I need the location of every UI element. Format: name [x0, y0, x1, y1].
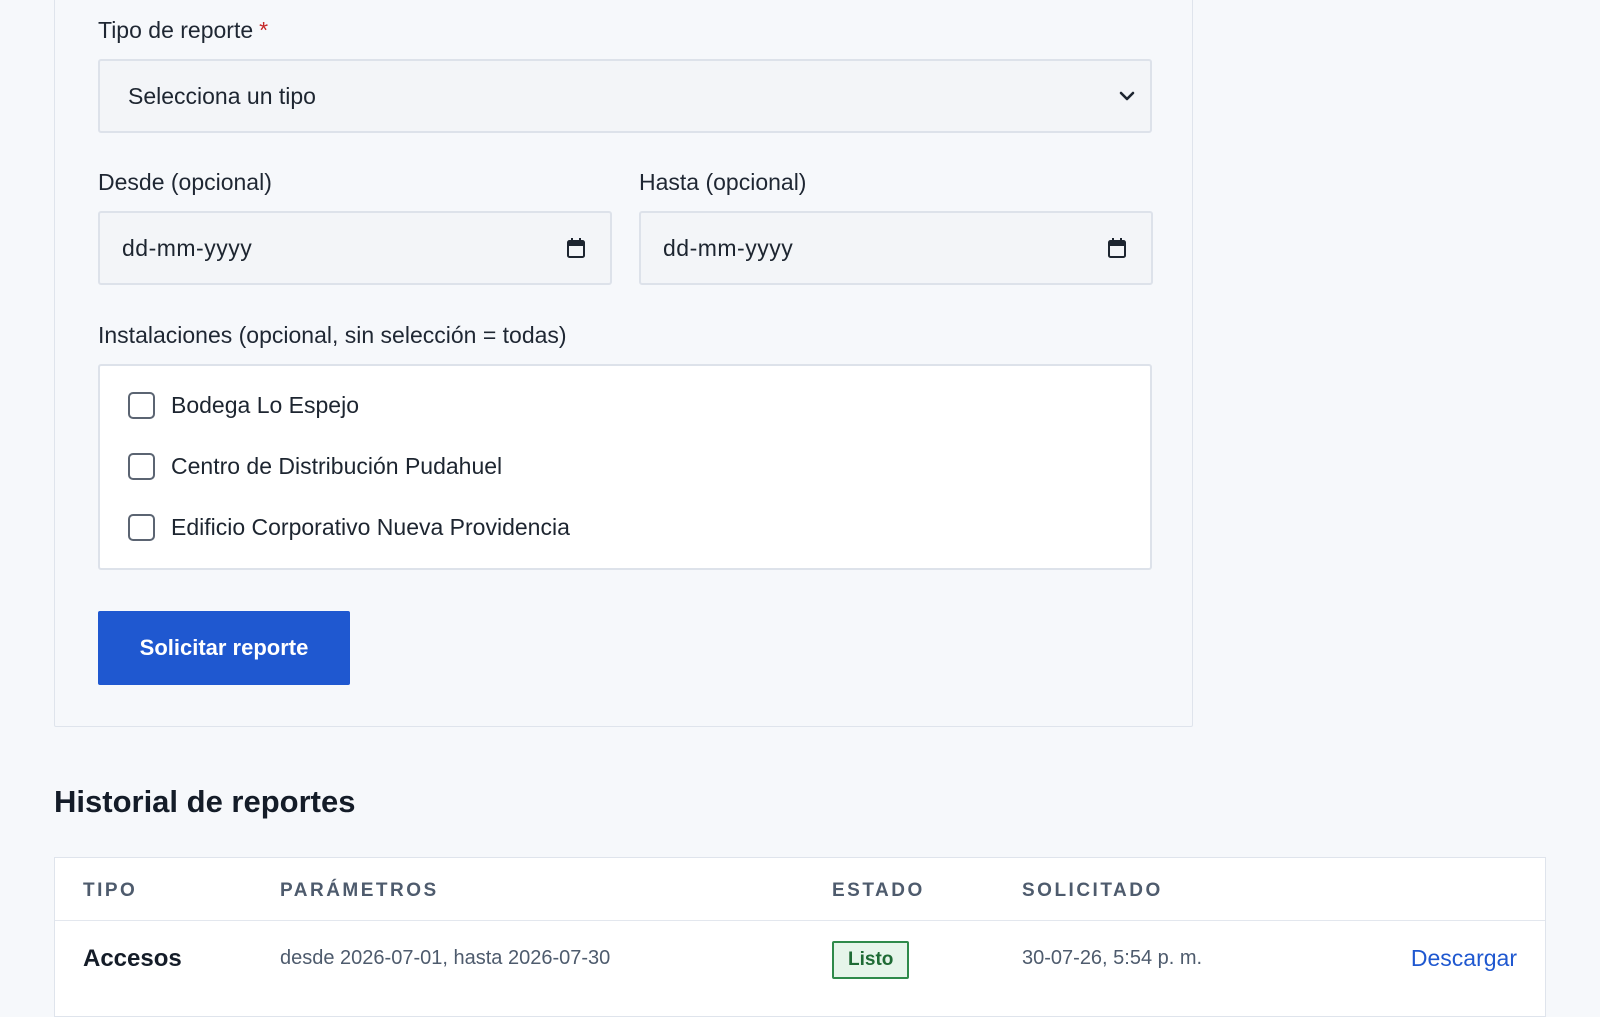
report-type-label: Tipo de reporte *	[98, 17, 268, 44]
table-header: TIPO PARÁMETROS ESTADO SOLICITADO	[55, 858, 1545, 921]
request-report-button[interactable]: Solicitar reporte	[98, 611, 350, 685]
history-title: Historial de reportes	[54, 784, 356, 819]
facility-checkbox[interactable]	[128, 392, 155, 419]
facilities-label: Instalaciones (opcional, sin selección =…	[98, 322, 567, 348]
chevron-down-icon	[1118, 87, 1136, 105]
required-asterisk: *	[259, 17, 269, 43]
facility-option-centro-pudahuel[interactable]: Centro de Distribución Pudahuel	[128, 453, 502, 480]
from-date-placeholder: dd-mm-yyyy	[122, 234, 253, 261]
calendar-icon[interactable]	[1107, 237, 1127, 259]
report-type-selected-value: Selecciona un tipo	[128, 82, 316, 109]
report-type-label-text: Tipo de reporte	[98, 17, 254, 43]
facility-option-label: Bodega Lo Espejo	[171, 392, 359, 418]
report-request-form: Tipo de reporte * Selecciona un tipo Desd…	[54, 0, 1193, 727]
column-header-parametros: PARÁMETROS	[280, 880, 439, 901]
status-badge: Listo	[832, 941, 910, 979]
column-header-solicitado: SOLICITADO	[1022, 880, 1163, 901]
facility-option-edificio-nueva-providencia[interactable]: Edificio Corporativo Nueva Providencia	[128, 514, 570, 541]
to-date-label: Hasta (opcional)	[639, 169, 807, 195]
to-date-input[interactable]: dd-mm-yyyy	[639, 211, 1153, 285]
facility-checkbox[interactable]	[128, 514, 155, 541]
row-requested: 30-07-26, 5:54 p. m.	[1022, 947, 1203, 969]
facilities-checklist: Bodega Lo Espejo Centro de Distribución …	[98, 364, 1152, 570]
report-type-select[interactable]: Selecciona un tipo	[98, 59, 1152, 133]
column-header-estado: ESTADO	[832, 880, 925, 901]
download-link[interactable]: Descargar	[1411, 945, 1517, 972]
facility-option-bodega-lo-espejo[interactable]: Bodega Lo Espejo	[128, 392, 359, 419]
facility-option-label: Edificio Corporativo Nueva Providencia	[171, 514, 570, 540]
facility-checkbox[interactable]	[128, 453, 155, 480]
to-date-placeholder: dd-mm-yyyy	[663, 234, 794, 261]
from-date-input[interactable]: dd-mm-yyyy	[98, 211, 612, 285]
history-table: TIPO PARÁMETROS ESTADO SOLICITADO Acceso…	[54, 857, 1546, 1017]
row-params: desde 2026-07-01, hasta 2026-07-30	[280, 947, 611, 969]
row-type: Accesos	[83, 945, 182, 972]
facility-option-label: Centro de Distribución Pudahuel	[171, 453, 503, 479]
column-header-tipo: TIPO	[83, 880, 138, 901]
from-date-label: Desde (opcional)	[98, 169, 272, 195]
calendar-icon[interactable]	[566, 237, 586, 259]
